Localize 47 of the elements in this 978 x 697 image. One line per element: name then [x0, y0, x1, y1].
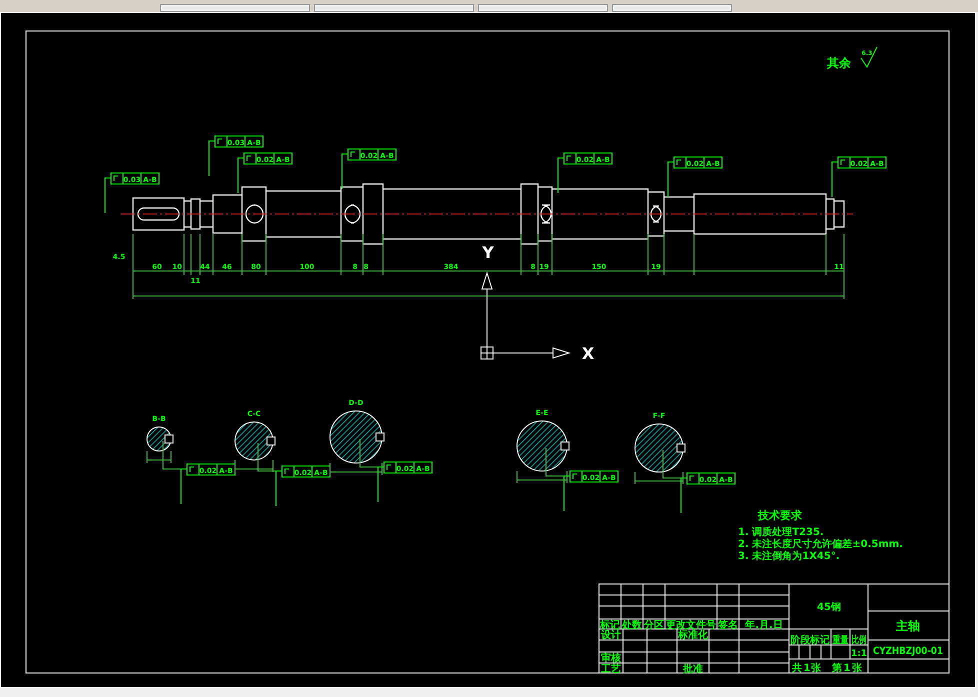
material-text: 45钢: [817, 602, 841, 613]
section-view-drawing: [234, 422, 276, 460]
table-header: 签名: [718, 620, 738, 631]
section-view-drawing: [330, 410, 384, 464]
section-view-drawing: [146, 426, 174, 452]
dimension-lines-drawing: [146, 440, 182, 470]
sheet-count-text: 1: [844, 663, 850, 674]
sheet-count-text: 张: [852, 663, 862, 674]
ucs-axes-icon: [480, 272, 571, 360]
table-label: 审核: [601, 653, 621, 664]
requirement-text: 1. 调质处理T235.: [738, 527, 824, 538]
sheet-count-text: 1: [804, 663, 810, 674]
dimension-lines-drawing: [330, 438, 382, 476]
part-name-text: 主轴: [896, 619, 920, 633]
dimension-lines-drawing: [516, 448, 568, 484]
table-header: 更改文件号: [666, 620, 716, 631]
table-header: 标记: [600, 620, 620, 631]
axis-label: Y: [482, 243, 494, 262]
table-header: 比例: [852, 635, 872, 646]
table-header: 阶段标记: [790, 635, 830, 646]
table-label: 批准: [683, 664, 703, 675]
requirement-text: 3. 未注倒角为1X45°.: [738, 551, 840, 562]
toolbar-tab[interactable]: [160, 4, 310, 12]
table-header: 分区: [644, 620, 664, 631]
requirement-text: 2. 未注长度尺寸允许偏差±0.5mm.: [738, 539, 903, 550]
dimension-lines-drawing: [234, 442, 276, 472]
table-header: 处数: [622, 620, 642, 631]
toolbar-tab[interactable]: [612, 4, 732, 12]
section-view-drawing: [516, 420, 570, 472]
scale-text: 1:1: [850, 649, 868, 659]
roughness-symbol-icon: [860, 46, 878, 68]
axis-label: X: [582, 344, 594, 363]
toolbar-tab[interactable]: [478, 4, 608, 12]
sheet-count-text: 张: [811, 663, 821, 674]
section-view-drawing: [634, 424, 686, 472]
table-label: 标准化: [678, 630, 708, 641]
sheet-count-text: 第: [832, 663, 842, 674]
toolbar-tab[interactable]: [314, 4, 474, 12]
table-header: 重量: [832, 635, 852, 646]
dimension-lines-drawing: [634, 450, 684, 484]
requirements-title: 技术要求: [758, 509, 802, 522]
drawing-number-text: CYZHBZJ00-01: [873, 646, 954, 657]
table-label: 设计: [601, 630, 621, 641]
roughness-label: 其余: [827, 56, 851, 70]
table-label: 工艺: [601, 664, 621, 675]
table-header: 年.月.日: [745, 620, 783, 631]
sheet-count-text: 共: [792, 663, 802, 674]
